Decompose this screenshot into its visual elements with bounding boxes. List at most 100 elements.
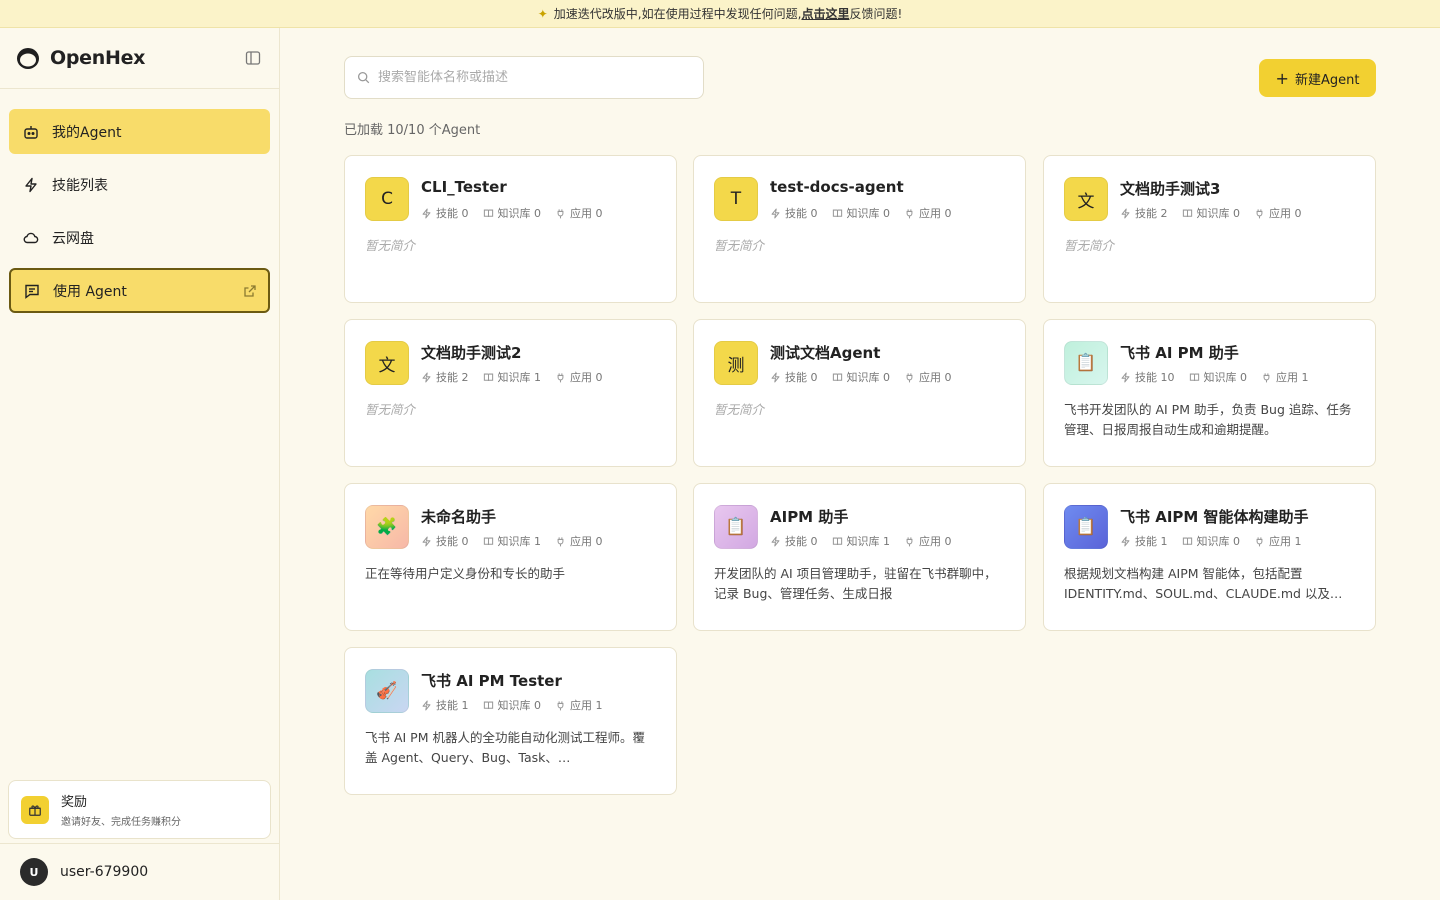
agent-card[interactable]: 🧩 未命名助手 技能 0 知识库 1 应用 0 正在等待用户定义身份和专长的助手 xyxy=(344,483,677,631)
kb-count-text: 知识库 0 xyxy=(1203,371,1248,384)
plug-icon xyxy=(1254,208,1265,219)
announcement-banner: ✦ 加速迭代改版中,如在使用过程中发现任何问题, 点击这里 反馈问题! xyxy=(0,0,1440,28)
reward-title: 奖励 xyxy=(61,795,88,810)
agent-meta: 技能 2 知识库 0 应用 0 xyxy=(1120,205,1302,221)
apps-count-text: 应用 0 xyxy=(1269,207,1302,220)
nav-item-my-agents[interactable]: 我的Agent xyxy=(9,109,270,154)
plug-icon xyxy=(1261,372,1272,383)
main-content: + 新建Agent 已加载 10/10 个Agent C CLI_Tester 技能… xyxy=(280,28,1440,900)
apps-count-text: 应用 0 xyxy=(570,207,603,220)
reward-subtitle: 邀请好友、完成任务赚积分 xyxy=(61,817,181,828)
agent-avatar: 📋 xyxy=(1064,341,1108,385)
kb-count-text: 知识库 1 xyxy=(497,371,542,384)
loaded-count: 已加载 10/10 个Agent xyxy=(344,123,481,138)
avatar: U xyxy=(20,858,48,886)
agent-meta: 技能 1 知识库 0 应用 1 xyxy=(1120,533,1302,549)
kb-count: 知识库 1 xyxy=(483,533,542,549)
agent-card[interactable]: 测测试文档Agent 技能 0 知识库 0 应用 0 暂无简介 xyxy=(693,319,1026,467)
agent-card[interactable]: Ttest-docs-agent 技能 0 知识库 0 应用 0 暂无简介 xyxy=(693,155,1026,303)
skills-count-text: 技能 0 xyxy=(785,207,818,220)
agent-avatar: 📋 xyxy=(714,505,758,549)
apps-count-text: 应用 1 xyxy=(1276,371,1309,384)
user-profile[interactable]: U user-679900 xyxy=(0,843,279,900)
apps-count: 应用 0 xyxy=(555,205,603,221)
agent-description: 暂无简介 xyxy=(1064,238,1115,253)
agent-card[interactable]: 📋 飞书 AI PM 助手 技能 10 知识库 0 应用 1 飞书开发团队的 AI PM … xyxy=(1043,319,1376,467)
skills-count: 技能 1 xyxy=(1120,533,1168,549)
kb-count: 知识库 0 xyxy=(483,697,542,713)
agent-meta: 技能 2 知识库 1 应用 0 xyxy=(421,369,603,385)
plug-icon xyxy=(904,536,915,547)
lightning-icon xyxy=(421,536,432,547)
skills-count: 技能 10 xyxy=(1120,369,1175,385)
sidebar-toggle-icon[interactable] xyxy=(243,48,263,68)
agent-description: 正在等待用户定义身份和专长的助手 xyxy=(365,566,566,581)
agent-description: 飞书开发团队的 AI PM 助手，负责 Bug 追踪、任务管理、日报周报自动生成… xyxy=(1064,402,1352,437)
agent-card[interactable]: 📋 飞书 AIPM 智能体构建助手 技能 1 知识库 0 应用 1 根据规划文档构建 AI… xyxy=(1043,483,1376,631)
agent-meta: 技能 0 知识库 1 应用 0 xyxy=(770,533,952,549)
agent-name: test-docs-agent xyxy=(770,178,904,196)
lightning-icon xyxy=(1120,208,1131,219)
lightning-icon xyxy=(1120,372,1131,383)
chat-icon xyxy=(23,282,41,300)
apps-count-text: 应用 1 xyxy=(1269,535,1302,548)
agent-avatar: 🎻 xyxy=(365,669,409,713)
skills-count-text: 技能 10 xyxy=(1135,371,1175,384)
lightning-icon xyxy=(421,700,432,711)
nav-item-use-agent[interactable]: 使用 Agent xyxy=(9,268,270,313)
agent-avatar: 文 xyxy=(1064,177,1108,221)
apps-count-text: 应用 0 xyxy=(570,371,603,384)
plug-icon xyxy=(555,372,566,383)
nav-label: 我的Agent xyxy=(52,124,122,141)
agent-description: 暂无简介 xyxy=(365,402,416,417)
lightning-icon xyxy=(22,176,40,194)
agent-card[interactable]: 文文档助手测试3 技能 2 知识库 0 应用 0 暂无简介 xyxy=(1043,155,1376,303)
agent-avatar: T xyxy=(714,177,758,221)
skills-count-text: 技能 0 xyxy=(785,371,818,384)
agent-card[interactable]: 🎻 飞书 AI PM Tester 技能 1 知识库 0 应用 1 飞书 AI PM 机器… xyxy=(344,647,677,795)
book-icon xyxy=(832,372,843,383)
skills-count-text: 技能 2 xyxy=(436,371,469,384)
nav-label: 技能列表 xyxy=(52,177,108,194)
apps-count: 应用 1 xyxy=(1254,533,1302,549)
agent-name: 文档助手测试2 xyxy=(421,344,522,362)
apps-count-text: 应用 0 xyxy=(919,535,952,548)
kb-count: 知识库 0 xyxy=(1182,205,1240,221)
agent-name: 未命名助手 xyxy=(421,508,497,526)
search-box xyxy=(344,56,704,99)
skills-count: 技能 0 xyxy=(421,533,469,549)
openhex-logo-icon xyxy=(17,48,39,69)
agent-card[interactable]: 文文档助手测试2 技能 2 知识库 1 应用 0 暂无简介 xyxy=(344,319,677,467)
nav-item-cloud-drive[interactable]: 云网盘 xyxy=(9,215,270,260)
robot-icon xyxy=(22,123,40,141)
kb-count-text: 知识库 1 xyxy=(497,535,542,548)
kb-count: 知识库 1 xyxy=(483,369,542,385)
kb-count-text: 知识库 0 xyxy=(497,699,542,712)
lightning-icon xyxy=(770,536,781,547)
reward-card[interactable]: 奖励 邀请好友、完成任务赚积分 xyxy=(8,780,271,839)
agent-meta: 技能 0 知识库 0 应用 0 xyxy=(770,205,952,221)
agent-card[interactable]: 📋 AIPM 助手 技能 0 知识库 1 应用 0 开发团队的 AI 项目管理助手，驻留在… xyxy=(693,483,1026,631)
lightning-icon xyxy=(421,208,432,219)
agent-avatar: 📋 xyxy=(1064,505,1108,549)
agent-name: CLI_Tester xyxy=(421,178,507,196)
skills-count: 技能 2 xyxy=(1120,205,1168,221)
agent-meta: 技能 0 知识库 0 应用 0 xyxy=(770,369,952,385)
skills-count-text: 技能 0 xyxy=(436,207,469,220)
search-input[interactable] xyxy=(378,70,691,85)
agent-name: 飞书 AIPM 智能体构建助手 xyxy=(1120,508,1309,526)
book-icon xyxy=(483,208,494,219)
sidebar-nav: 我的Agent 技能列表 云网盘 使用 Agent xyxy=(0,89,279,313)
kb-count: 知识库 1 xyxy=(832,533,890,549)
banner-feedback-link[interactable]: 点击这里 xyxy=(801,5,849,22)
skills-count: 技能 0 xyxy=(770,369,818,385)
agent-card[interactable]: C CLI_Tester 技能 0 知识库 0 应用 0 暂无简介 xyxy=(344,155,677,303)
gift-icon xyxy=(21,795,49,824)
banner-text-after: 反馈问题! xyxy=(849,7,903,21)
nav-item-skills[interactable]: 技能列表 xyxy=(9,162,270,207)
lightning-icon xyxy=(1120,536,1131,547)
apps-count-text: 应用 1 xyxy=(570,699,603,712)
new-agent-button[interactable]: + 新建Agent xyxy=(1259,59,1376,97)
apps-count: 应用 0 xyxy=(904,205,952,221)
kb-count-text: 知识库 0 xyxy=(846,207,891,220)
